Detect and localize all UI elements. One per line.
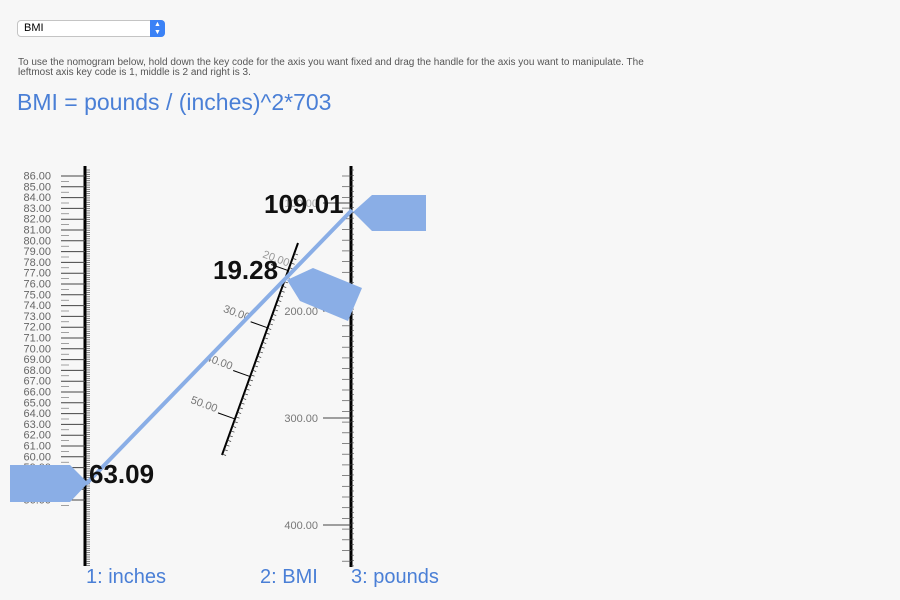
bmi-axis-label: 2: BMI [260,566,318,588]
inches-handle[interactable] [10,465,88,502]
pounds-axis-label: 3: pounds [351,566,439,588]
inches-axis-label: 1: inches [86,566,166,588]
inches-axis: 86.0085.0084.0083.0082.0081.0080.0079.00… [23,166,90,566]
pounds-tick-label: 400.00 [284,520,318,532]
bmi-tick [217,412,236,420]
bmi-tick-label: 50.00 [189,394,219,415]
pounds-tick-label: 200.00 [284,306,318,318]
bmi-value: 19.28 [213,255,278,285]
index-line [84,208,354,486]
inches-value: 63.09 [89,459,154,489]
bmi-tick [250,321,268,329]
pounds-axis: 100.00200.00300.00400.00 [284,166,354,567]
nomogram: 86.0085.0084.0083.0082.0081.0080.0079.00… [10,166,439,588]
pounds-handle[interactable] [353,195,426,231]
bmi-tick [233,370,251,378]
pounds-tick-label: 300.00 [284,413,318,425]
pounds-value: 109.01 [264,189,344,219]
